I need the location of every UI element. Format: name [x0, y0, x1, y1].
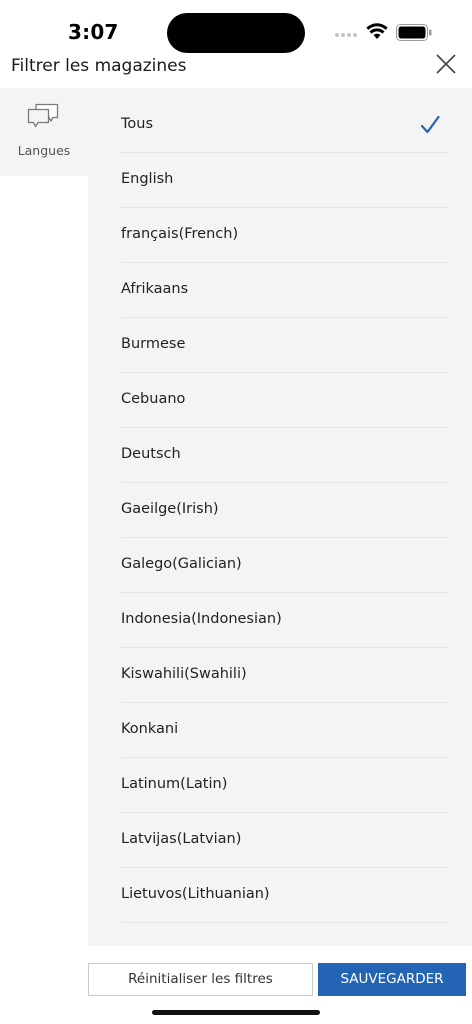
- sidebar-tab-label: Langues: [17, 143, 71, 158]
- language-option[interactable]: Latvijas(Latvian): [121, 813, 448, 868]
- language-label: Kiswahili(Swahili): [121, 666, 247, 682]
- language-label: Afrikaans: [121, 281, 189, 297]
- language-option[interactable]: Deutsch: [121, 428, 448, 483]
- wifi-icon: [366, 23, 388, 39]
- page-title: Filtrer les magazines: [11, 56, 187, 76]
- language-label: Burmese: [121, 336, 186, 352]
- battery-icon: [396, 24, 432, 41]
- language-label: Deutsch: [121, 446, 181, 462]
- dynamic-island: [167, 13, 305, 53]
- home-indicator: [152, 1010, 320, 1015]
- language-label: Galego(Galician): [121, 556, 242, 572]
- status-time: 3:07: [68, 20, 119, 44]
- reset-filters-button[interactable]: Réinitialiser les filtres: [88, 963, 313, 996]
- language-label: français(French): [121, 226, 239, 242]
- language-label: Latinum(Latin): [121, 776, 228, 792]
- language-option[interactable]: Latinum(Latin): [121, 758, 448, 813]
- footer-actions: Réinitialiser les filtres SAUVEGARDER: [0, 946, 472, 1024]
- header: Filtrer les magazines: [0, 52, 472, 88]
- language-label: Indonesia(Indonesian): [121, 611, 282, 627]
- language-label: Gaeilge(Irish): [121, 501, 219, 517]
- checkmark-icon: [420, 115, 440, 134]
- language-label: Lietuvos(Lithuanian): [121, 886, 270, 902]
- language-option[interactable]: Afrikaans: [121, 263, 448, 318]
- speech-bubbles-icon: [27, 103, 59, 128]
- language-option[interactable]: français(French): [121, 208, 448, 263]
- language-list: Tous English français(French) Afrikaans …: [121, 98, 448, 923]
- filter-sidebar: Langues: [0, 88, 88, 946]
- signal-icon: [335, 33, 359, 39]
- language-panel: Tous English français(French) Afrikaans …: [88, 88, 472, 946]
- status-bar: 3:07: [0, 0, 472, 54]
- language-option[interactable]: Kiswahili(Swahili): [121, 648, 448, 703]
- language-label: Tous: [121, 116, 154, 132]
- language-label: English: [121, 171, 174, 187]
- language-option[interactable]: Galego(Galician): [121, 538, 448, 593]
- language-option[interactable]: English: [121, 153, 448, 208]
- sidebar-tab-languages[interactable]: Langues: [0, 88, 88, 176]
- language-option[interactable]: Lietuvos(Lithuanian): [121, 868, 448, 923]
- language-label: Latvijas(Latvian): [121, 831, 242, 847]
- save-button[interactable]: SAUVEGARDER: [318, 963, 466, 996]
- language-option[interactable]: Konkani: [121, 703, 448, 758]
- language-option[interactable]: Burmese: [121, 318, 448, 373]
- language-label: Konkani: [121, 721, 179, 737]
- language-option[interactable]: Gaeilge(Irish): [121, 483, 448, 538]
- close-icon[interactable]: [432, 50, 460, 78]
- language-label: Cebuano: [121, 391, 186, 407]
- language-option[interactable]: Cebuano: [121, 373, 448, 428]
- language-option[interactable]: Indonesia(Indonesian): [121, 593, 448, 648]
- language-option-all[interactable]: Tous: [121, 98, 448, 153]
